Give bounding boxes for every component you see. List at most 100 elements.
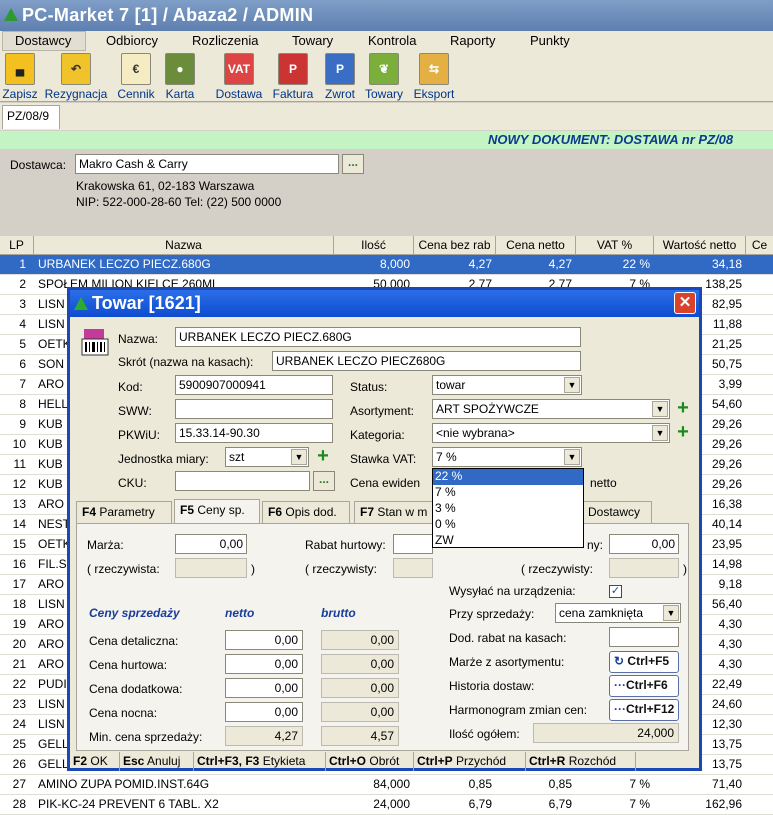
col-cena-netto[interactable]: Cena netto [496,236,576,255]
cell-price: 0,85 [468,777,492,791]
tab-dostawcy[interactable]: Dostawcy [582,501,652,523]
fkey-anuluj[interactable]: Esc Anuluj [120,752,194,771]
cennik-button[interactable]: € Cennik [114,52,158,102]
jm-select[interactable]: szt ▼ [225,447,309,467]
marza-field[interactable]: 0,00 [175,534,247,554]
tab-stan-w-m[interactable]: F7 Stan w m [354,501,434,523]
table-row[interactable]: 28 PIK-KC-24 PREVENT 6 TABL. X2 24,000 6,79… [0,795,773,815]
col-vat[interactable]: VAT % [576,236,654,255]
price-netto-field[interactable]: 0,00 [225,654,303,674]
price-row-label: Min. cena sprzedaży: [89,730,203,744]
cell-qty: 84,000 [373,777,410,791]
tab-key: F4 [82,505,97,519]
chevron-down-icon[interactable]: ▼ [652,425,668,441]
dostawa-button[interactable]: VAT Dostawa [213,52,265,102]
close-icon[interactable]: ✕ [674,292,696,314]
ny-field[interactable]: 0,00 [609,534,679,554]
fkey-etykieta[interactable]: Ctrl+F3, F3 Etykieta [194,752,326,771]
app-logo-icon [4,8,18,21]
dod-rabat-field[interactable] [609,627,679,647]
menu-towary[interactable]: Towary [292,33,333,48]
menu-rozliczenia[interactable]: Rozliczenia [192,33,258,48]
invoice-vat-icon: P [278,53,308,85]
kod-field[interactable]: 5900907000941 [175,375,333,395]
zwrot-button[interactable]: P Zwrot [320,52,360,102]
marze-ctrl-f5-button[interactable]: ↻ Ctrl+F5 [609,651,679,673]
floppy-icon: ▄ [5,53,35,85]
chevron-down-icon[interactable]: ▼ [663,605,679,621]
refresh-icon: ↻ [614,654,625,668]
menu-kontrola[interactable]: Kontrola [368,33,416,48]
eksport-button[interactable]: ⇆ Eksport [410,52,458,102]
nazwa-field[interactable]: URBANEK LECZO PIECZ.680G [175,327,581,347]
historia-ctrl-f6-button[interactable]: ···Ctrl+F6 [609,675,679,697]
chevron-down-icon[interactable]: ▼ [652,401,668,417]
pkwiu-field[interactable]: 15.33.14-90.30 [175,423,333,443]
supplier-browse-button[interactable]: ... [342,154,364,174]
zapisz-button[interactable]: ▄ Zapisz [0,52,40,102]
col-lp[interactable]: LP [0,236,34,255]
tab-parametry[interactable]: F4 Parametry [76,501,172,523]
tab-opis-dod[interactable]: F6 Opis dod. [262,501,350,523]
karta-button[interactable]: ● Karta [162,52,198,102]
cku-browse-button[interactable]: ... [313,471,335,491]
fkey-ok[interactable]: F2 OK [70,752,120,771]
table-row[interactable]: 1 URBANEK LECZO PIECZ.680G 8,000 4,27 4,27 22… [0,255,773,275]
supplier-name-field[interactable]: Makro Cash & Carry [75,154,339,174]
tab-ceny-sp[interactable]: F5 Ceny sp. [174,499,260,524]
cku-field[interactable] [175,471,310,491]
kategoria-select[interactable]: <nie wybrana> ▼ [432,423,670,443]
status-label: Status: [350,380,388,394]
rezygnacja-button[interactable]: ↶ Rezygnacja [42,52,110,102]
add-kategoria-icon[interactable]: + [673,422,693,443]
price-netto-field[interactable]: 0,00 [225,630,303,650]
rabat-hurtowy-field[interactable] [393,534,433,554]
asortyment-select[interactable]: ART SPOŻYWCZE ▼ [432,399,670,419]
menu-raporty[interactable]: Raporty [450,33,496,48]
vat-option[interactable]: ZW [433,533,583,549]
towary-button[interactable]: ❦ Towary [362,52,406,102]
chevron-down-icon[interactable]: ▼ [291,449,307,465]
fkey-label: Rozchód [568,754,617,768]
cell-lp: 24 [12,717,26,731]
przy-sprzedazy-select[interactable]: cena zamknięta ▼ [555,603,681,623]
document-tab[interactable]: PZ/08/9 [2,105,60,129]
ceny-sprzedazy-header: Ceny sprzedaży [89,606,180,620]
menu-odbiorcy[interactable]: Odbiorcy [106,33,158,48]
fkey-obrot[interactable]: Ctrl+O Obrót [326,752,414,771]
add-jm-icon[interactable]: + [313,446,333,467]
sww-field[interactable] [175,399,333,419]
price-netto-field[interactable]: 0,00 [225,678,303,698]
status-select[interactable]: towar ▼ [432,375,582,395]
dod-rabat-label: Dod. rabat na kasach: [449,631,567,645]
price-netto-field[interactable]: 0,00 [225,702,303,722]
fkey-przychod[interactable]: Ctrl+P Przychód [414,752,526,771]
menu-dostawcy[interactable]: Dostawcy [2,31,86,51]
vat-option[interactable]: 22 % [433,469,583,485]
harmonogram-btn-label: Ctrl+F12 [626,702,675,716]
table-row[interactable]: 27 AMINO ZUPA POMID.INST.64G 84,000 0,85 0,8… [0,775,773,795]
skrot-field[interactable]: URBANEK LECZO PIECZ680G [272,351,581,371]
col-wartosc-netto[interactable]: Wartość netto [654,236,746,255]
vat-option[interactable]: 7 % [433,485,583,501]
col-nazwa[interactable]: Nazwa [34,236,334,255]
cell-lp: 21 [12,657,26,671]
stawka-vat-select[interactable]: 7 % ▼ [432,447,582,467]
marza-rzeczywista-label: ( rzeczywista: [87,562,160,576]
status-value: towar [436,378,466,392]
col-ilosc[interactable]: Ilość [334,236,414,255]
fkey-rozchod[interactable]: Ctrl+R Rozchód [526,752,636,771]
chevron-down-icon[interactable]: ▼ [564,377,580,393]
rzeczywisty-2-field [609,558,679,578]
wysylac-checkbox[interactable]: ✓ [609,585,622,598]
col-cena-bez-rab[interactable]: Cena bez rab [414,236,496,255]
add-asortyment-icon[interactable]: + [673,398,693,419]
vat-option[interactable]: 0 % [433,517,583,533]
p-badge-2: P [335,62,344,76]
faktura-button[interactable]: P Faktura [270,52,316,102]
chevron-down-icon[interactable]: ▼ [564,449,580,465]
harmonogram-ctrl-f12-button[interactable]: ···Ctrl+F12 [609,699,679,721]
vat-option[interactable]: 3 % [433,501,583,517]
col-ce[interactable]: Ce [746,236,773,255]
menu-punkty[interactable]: Punkty [530,33,570,48]
